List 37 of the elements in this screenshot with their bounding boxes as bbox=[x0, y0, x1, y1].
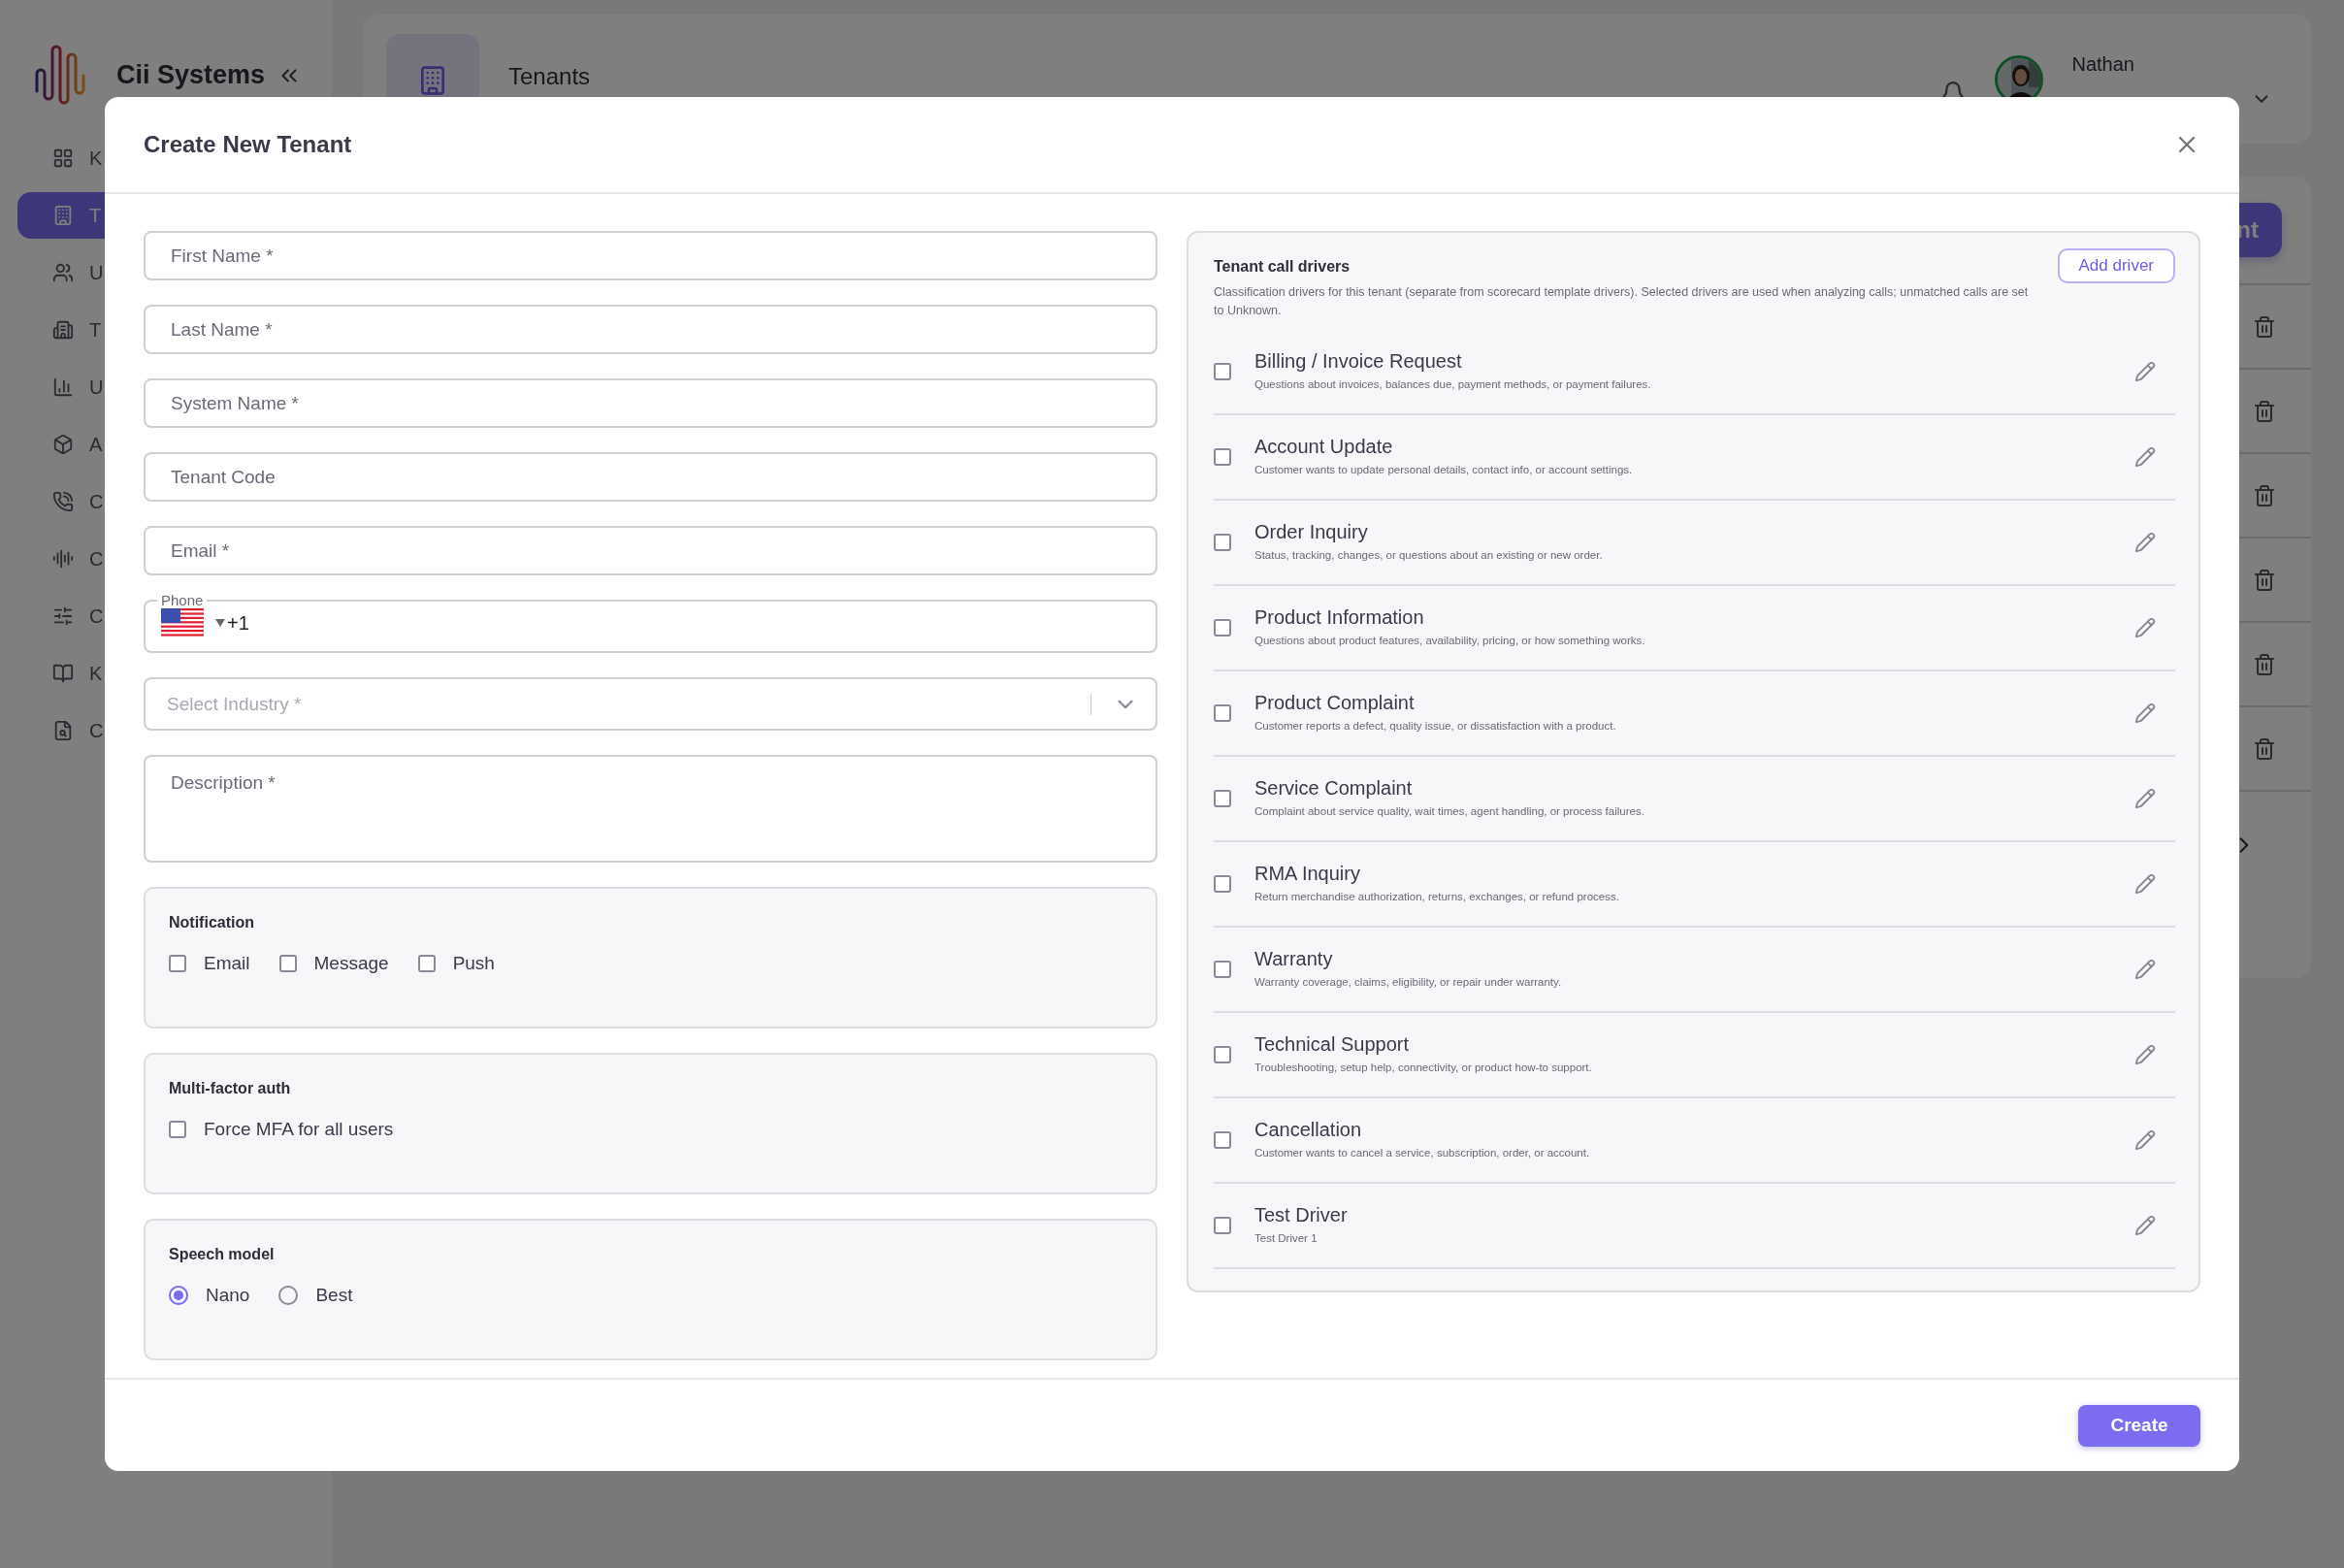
driver-description: Warranty coverage, claims, eligibility, or repair under warranty. bbox=[1254, 975, 1563, 988]
driver-name: Billing / Invoice Request bbox=[1254, 349, 1463, 373]
driver-name: RMA Inquiry bbox=[1254, 862, 1361, 885]
driver-description: Complaint about service quality, wait times, agent handling, or process failures. bbox=[1254, 804, 1645, 817]
driver-name: Cancellation bbox=[1254, 1118, 1363, 1141]
option-label: Message bbox=[313, 953, 389, 974]
driver-description: Questions about product features, availability, pricing, or how something works. bbox=[1254, 634, 1646, 646]
driver-name: Technical Support bbox=[1254, 1032, 1410, 1056]
driver-name: Order Inquiry bbox=[1254, 520, 1369, 543]
brand-name: Cii Systems bbox=[116, 60, 266, 90]
driver-name: Service Complaint bbox=[1254, 776, 1414, 800]
driver-description: Test Driver 1 bbox=[1254, 1231, 1318, 1244]
driver-description: Customer wants to cancel a service, subscription, order, or account. bbox=[1254, 1146, 1591, 1159]
driver-description: Return merchandise authorization, returns, exchanges, or refund process. bbox=[1254, 890, 1620, 902]
driver-name: Test Driver bbox=[1254, 1203, 1349, 1226]
driver-name: Warranty bbox=[1254, 947, 1334, 970]
option-label: Nano bbox=[206, 1285, 250, 1306]
driver-name: Product Complaint bbox=[1254, 691, 1416, 714]
driver-name: Product Information bbox=[1254, 605, 1425, 629]
option-label: Best bbox=[315, 1285, 353, 1306]
driver-description: Questions about invoices, balances due, payment methods, or payment failures. bbox=[1254, 377, 1652, 390]
page-title: Tenants bbox=[508, 63, 591, 90]
driver-description: Troubleshooting, setup help, connectivity, or product how-to support. bbox=[1254, 1061, 1593, 1073]
option-label: Force MFA for all users bbox=[204, 1119, 394, 1140]
option-label: Email bbox=[204, 953, 250, 974]
panel-title: Tenant call drivers bbox=[1214, 258, 1351, 276]
driver-description: Customer reports a defect, quality issue, or dissatisfaction with a product. bbox=[1254, 719, 1617, 732]
driver-description: Customer wants to update personal details, contact info, or account settings. bbox=[1254, 463, 1634, 475]
dialog-title: Create New Tenant bbox=[144, 131, 352, 158]
panel-description: Classification drivers for this tenant (separate from scorecard template drivers). Selected drivers are used when analyzing calls; unmatched calls are set to Unknown. bbox=[1214, 284, 2029, 319]
section-title: Speech model bbox=[169, 1246, 276, 1263]
driver-name: Account Update bbox=[1254, 435, 1394, 458]
option-label: Push bbox=[452, 953, 495, 974]
user-name: Nathan bbox=[2071, 53, 2134, 76]
driver-description: Status, tracking, changes, or questions about an existing or new order. bbox=[1254, 548, 1604, 561]
section-title: Notification bbox=[169, 914, 255, 931]
section-title: Multi-factor auth bbox=[169, 1080, 292, 1097]
